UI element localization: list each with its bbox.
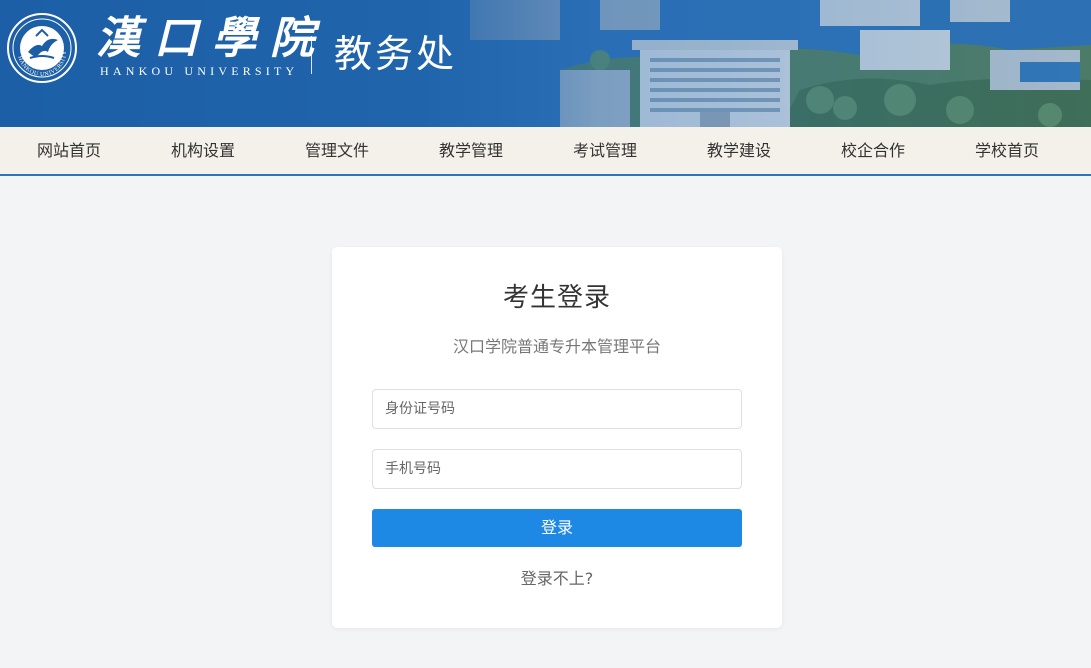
nav-item-documents[interactable]: 管理文件 — [270, 127, 404, 174]
login-help-link[interactable]: 登录不上? — [332, 567, 782, 591]
nav-item-industry-cooperation[interactable]: 校企合作 — [806, 127, 940, 174]
school-name-en: HANKOU UNIVERSITY — [100, 64, 299, 78]
phone-number-input[interactable] — [372, 449, 742, 489]
nav-item-school-home[interactable]: 学校首页 — [940, 127, 1074, 174]
school-name-cn: 漢口學院 — [96, 13, 328, 64]
login-card: 考生登录 汉口学院普通专升本管理平台 登录 登录不上? — [332, 247, 782, 628]
login-title: 考生登录 — [502, 283, 611, 313]
nav-item-teaching-management[interactable]: 教学管理 — [404, 127, 538, 174]
department-title: 教务处 — [334, 32, 458, 76]
nav-item-home[interactable]: 网站首页 — [2, 127, 136, 174]
nav-item-teaching-construction[interactable]: 教学建设 — [672, 127, 806, 174]
id-number-input[interactable] — [372, 389, 742, 429]
header-banner: HANKOU UNIVERSITY 漢口學院 HANKOU UNIVERSITY… — [0, 0, 1091, 127]
main-nav: 网站首页 机构设置 管理文件 教学管理 考试管理 教学建设 校企合作 学校首页 — [0, 127, 1091, 176]
nav-item-organization[interactable]: 机构设置 — [136, 127, 270, 174]
university-seal-icon: HANKOU UNIVERSITY — [7, 13, 77, 83]
logo-divider — [311, 36, 312, 74]
university-logo: 漢口學院 HANKOU UNIVERSITY — [96, 13, 328, 84]
login-subtitle: 汉口学院普通专升本管理平台 — [452, 337, 661, 356]
nav-item-exam-management[interactable]: 考试管理 — [538, 127, 672, 174]
login-button[interactable]: 登录 — [372, 509, 742, 547]
